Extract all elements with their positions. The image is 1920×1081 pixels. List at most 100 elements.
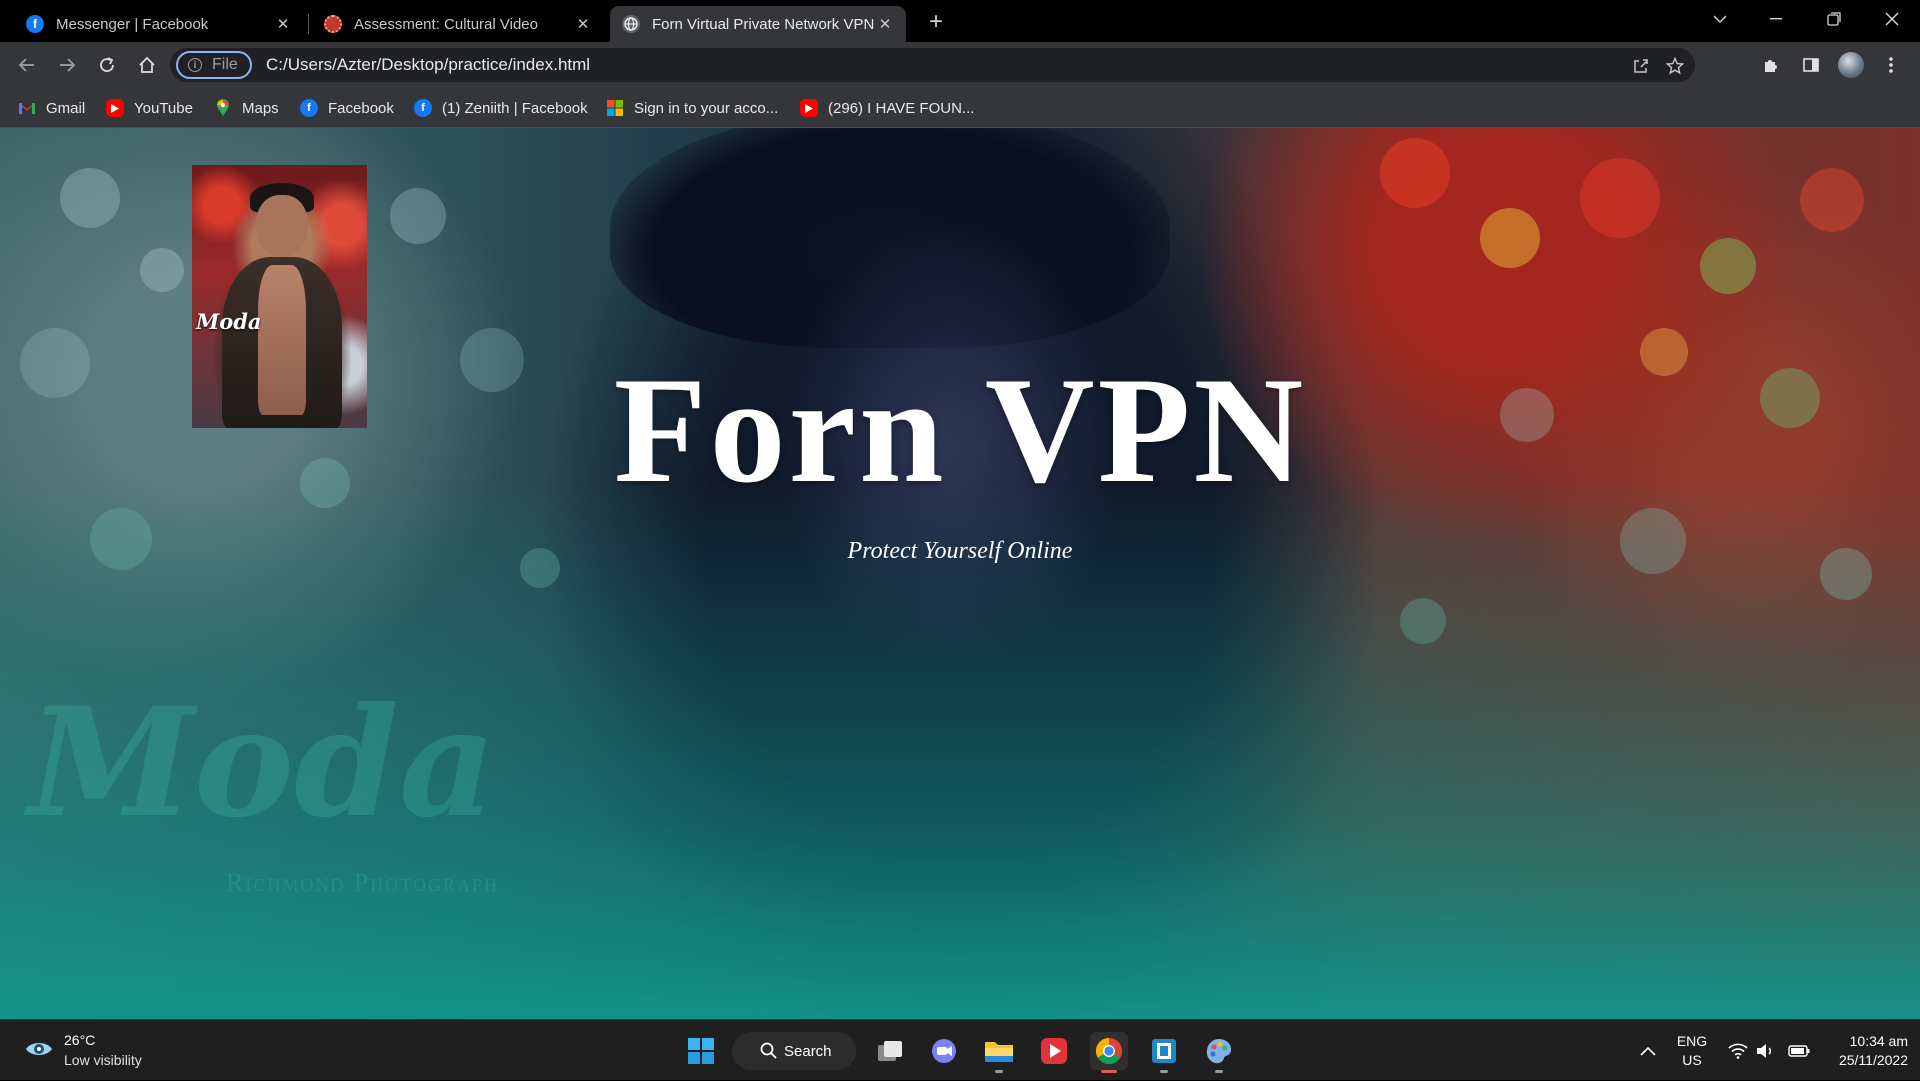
browser-toolbar: i File C:/Users/Azter/Desktop/practice/i… <box>0 42 1920 88</box>
bookmark-label: (1) Zeniith | Facebook <box>442 99 588 117</box>
chrome-icon[interactable] <box>1090 1032 1128 1073</box>
facebook-icon: f <box>300 99 318 117</box>
language-code: ENG <box>1676 1033 1708 1049</box>
bokeh-light <box>1480 208 1540 268</box>
language-indicator[interactable]: ENG US <box>1664 1032 1720 1070</box>
tab-title: Messenger | Facebook <box>56 15 209 33</box>
file-explorer-icon[interactable] <box>980 1032 1018 1073</box>
bookmark-gmail[interactable]: Gmail <box>18 96 85 120</box>
chip-label: File <box>212 56 238 73</box>
bookmark-star-icon[interactable] <box>1664 55 1686 77</box>
tab-messenger[interactable]: f Messenger | Facebook ✕ <box>14 6 304 42</box>
tab-forn-vpn[interactable]: Forn Virtual Private Network VPN ✕ <box>610 6 906 42</box>
bokeh-light <box>390 188 446 244</box>
bookmark-youtube[interactable]: YouTube <box>106 96 193 120</box>
keyboard-region: US <box>1682 1052 1702 1068</box>
reload-button[interactable] <box>92 50 122 80</box>
portrait-background <box>630 128 1250 1019</box>
tab-separator <box>308 14 309 34</box>
bookmark-maps[interactable]: Maps <box>214 96 279 120</box>
facebook-icon: f <box>26 15 44 33</box>
close-icon[interactable]: ✕ <box>574 15 592 33</box>
bookmarks-bar: Gmail YouTube Maps f Facebook f (1) Zeni… <box>0 88 1920 128</box>
bookmark-facebook[interactable]: f Facebook <box>300 96 394 120</box>
side-panel-icon[interactable] <box>1798 52 1824 78</box>
assessment-icon <box>324 15 342 33</box>
bokeh-light <box>1580 158 1660 238</box>
photo-logo-text: Moda <box>196 309 262 334</box>
media-player-icon[interactable] <box>1035 1032 1073 1070</box>
forward-button[interactable] <box>52 50 82 80</box>
page-subtitle: Protect Yourself Online <box>847 538 1073 564</box>
profile-avatar[interactable] <box>1838 52 1864 78</box>
watermark-logo: Moda <box>28 675 497 851</box>
close-icon[interactable]: ✕ <box>274 15 292 33</box>
bookmark-label: Gmail <box>46 99 86 117</box>
weather-description: Low visibility <box>64 1052 142 1068</box>
taskbar-search[interactable]: Search <box>732 1032 856 1070</box>
paint-icon[interactable] <box>1200 1032 1238 1073</box>
teams-chat-icon[interactable] <box>925 1032 963 1070</box>
battery-icon[interactable] <box>1786 1020 1812 1081</box>
minimize-button[interactable] <box>1748 0 1804 38</box>
eye-icon <box>24 1038 54 1060</box>
home-button[interactable] <box>132 50 162 80</box>
watermark-subtitle: Richmond Photograph <box>226 868 499 897</box>
windows-taskbar: 26°C Low visibility Search ENG US 10:34 … <box>0 1019 1920 1080</box>
bookmark-label: (296) I HAVE FOUN... <box>828 99 975 117</box>
bokeh-light <box>140 248 184 292</box>
running-indicator <box>995 1070 1003 1073</box>
task-view-icon[interactable] <box>871 1032 909 1070</box>
address-bar[interactable]: i File C:/Users/Azter/Desktop/practice/i… <box>170 48 1695 82</box>
start-button[interactable] <box>682 1032 720 1070</box>
search-label: Search <box>784 1042 832 1060</box>
url-text[interactable]: C:/Users/Azter/Desktop/practice/index.ht… <box>266 55 590 75</box>
menu-kebab-icon[interactable] <box>1878 52 1904 78</box>
clock-date: 25/11/2022 <box>1838 1052 1908 1068</box>
running-indicator <box>1160 1070 1168 1073</box>
bookmark-label: YouTube <box>134 99 193 117</box>
site-info-chip[interactable]: i File <box>176 51 252 79</box>
bookmark-label: Maps <box>242 99 279 117</box>
restore-button[interactable] <box>1806 0 1862 38</box>
bookmark-zeniith-facebook[interactable]: f (1) Zeniith | Facebook <box>414 96 588 120</box>
new-tab-button[interactable]: + <box>922 8 950 36</box>
hero-section: Moda Moda Richmond Photograph Forn VPN P… <box>0 128 1920 1019</box>
maps-icon <box>214 99 232 117</box>
volume-icon[interactable] <box>1754 1020 1778 1081</box>
youtube-icon <box>800 99 818 117</box>
page-title: Forn VPN <box>613 346 1307 514</box>
share-icon[interactable] <box>1630 55 1652 77</box>
bokeh-light <box>1380 138 1450 208</box>
info-icon: i <box>188 58 202 72</box>
bokeh-light <box>60 168 120 228</box>
tab-strip: f Messenger | Facebook ✕ Assessment: Cul… <box>0 0 1920 42</box>
bokeh-light <box>1400 598 1446 644</box>
tab-search-icon[interactable] <box>1692 0 1748 38</box>
tab-assessment[interactable]: Assessment: Cultural Video ✕ <box>312 6 604 42</box>
photo-figure-head <box>256 195 308 257</box>
close-icon[interactable]: ✕ <box>876 15 894 33</box>
microsoft-icon <box>606 99 624 117</box>
weather-temperature: 26°C <box>64 1032 96 1048</box>
tray-overflow-chevron-icon[interactable] <box>1636 1020 1660 1081</box>
wifi-icon[interactable] <box>1726 1020 1750 1081</box>
vscode-icon[interactable] <box>1145 1032 1183 1073</box>
extensions-icon[interactable] <box>1758 52 1784 78</box>
running-indicator <box>1101 1070 1117 1073</box>
clock[interactable]: 10:34 am 25/11/2022 <box>1818 1032 1908 1070</box>
bookmark-label: Sign in to your acco... <box>634 99 779 117</box>
bookmark-label: Facebook <box>328 99 394 117</box>
facebook-icon: f <box>414 99 432 117</box>
close-window-button[interactable] <box>1864 0 1920 38</box>
running-indicator <box>1215 1070 1223 1073</box>
bokeh-light <box>1700 238 1756 294</box>
globe-icon <box>622 15 640 33</box>
tab-title: Forn Virtual Private Network VPN <box>652 15 875 33</box>
back-button[interactable] <box>12 50 42 80</box>
bookmark-youtube-video[interactable]: (296) I HAVE FOUN... <box>800 96 974 120</box>
clock-time: 10:34 am <box>1849 1033 1908 1049</box>
bookmark-microsoft-signin[interactable]: Sign in to your acco... <box>606 96 778 120</box>
search-icon <box>760 1042 777 1063</box>
youtube-icon <box>106 99 124 117</box>
